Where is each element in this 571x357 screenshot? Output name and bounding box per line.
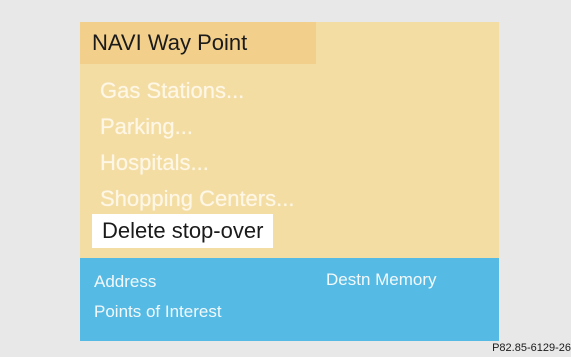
figure-reference-caption: P82.85-6129-26 — [492, 342, 571, 354]
address-softkey[interactable]: Address — [94, 272, 156, 292]
points-of-interest-softkey[interactable]: Points of Interest — [94, 302, 222, 322]
navi-screen: NAVI Way Point Gas Stations... Parking..… — [80, 22, 499, 341]
menu-item-parking[interactable]: Parking... — [100, 110, 193, 144]
softkey-bar: Address Destn Memory Points of Interest — [80, 258, 499, 341]
page-title: NAVI Way Point — [80, 22, 316, 64]
menu-item-shopping-centers[interactable]: Shopping Centers... — [100, 182, 294, 216]
destn-memory-softkey[interactable]: Destn Memory — [326, 270, 437, 290]
menu-item-gas-stations[interactable]: Gas Stations... — [100, 74, 244, 108]
menu-item-delete-stop-over[interactable]: Delete stop-over — [92, 214, 274, 248]
menu-item-hospitals[interactable]: Hospitals... — [100, 146, 209, 180]
